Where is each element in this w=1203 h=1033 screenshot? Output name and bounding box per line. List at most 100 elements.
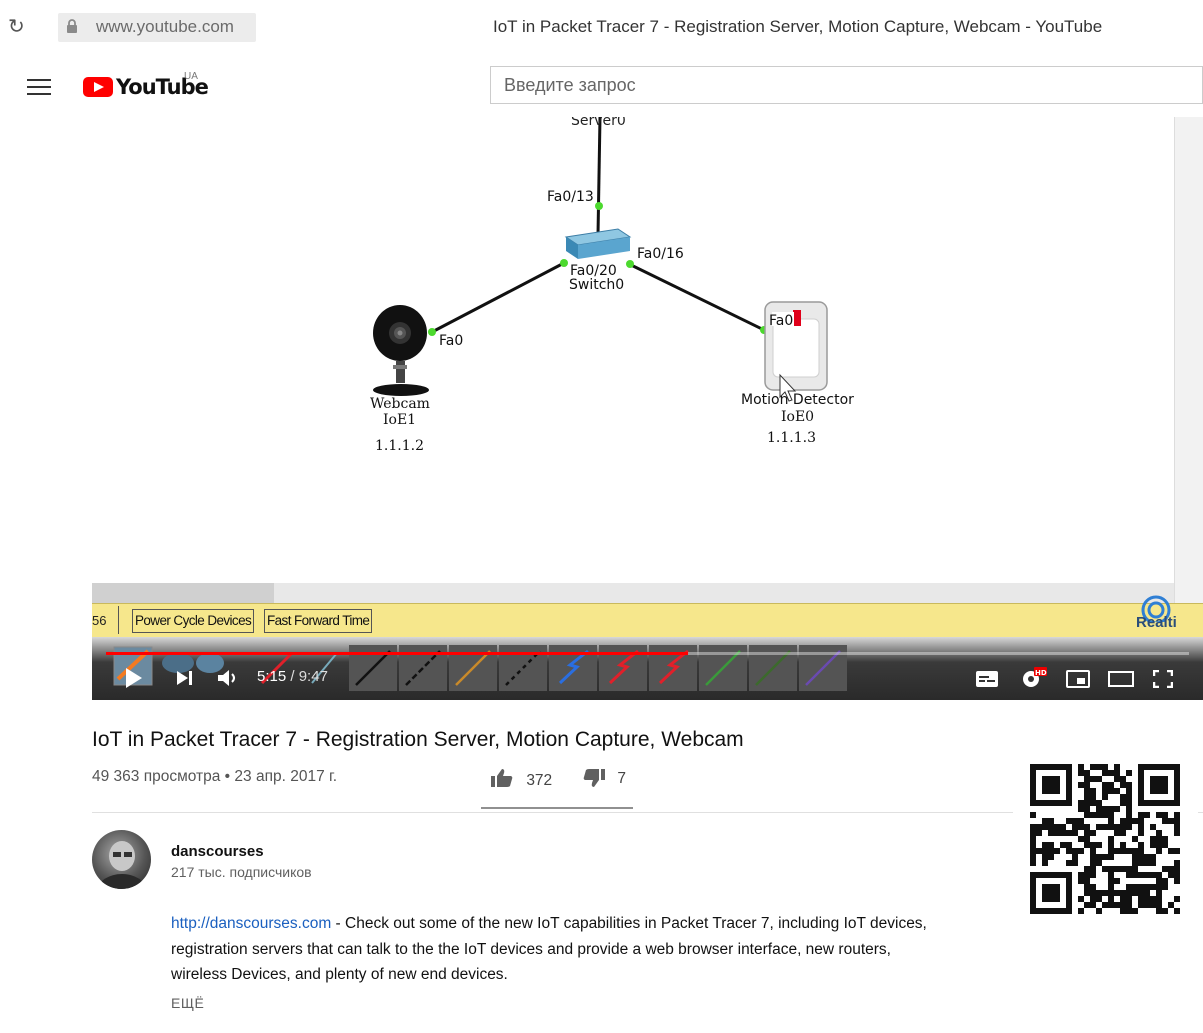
qr-module [1108,902,1114,908]
qr-module [1078,824,1084,830]
browser-bar: ↻ www.youtube.com IoT in Packet Tracer 7… [0,0,1203,55]
search-input[interactable]: Введите запрос [490,66,1203,104]
qr-module [1156,896,1162,902]
play-icon[interactable] [124,667,144,689]
qr-module [1108,896,1114,902]
fast-forward-button[interactable]: Fast Forward Time [264,609,373,633]
qr-module [1066,860,1072,866]
link-server-switch [596,117,602,236]
dislike-count: 7 [617,770,626,787]
qr-module [1120,908,1126,914]
qr-module [1078,878,1084,884]
switch-port-right: Fa0/16 [637,246,684,262]
qr-module [1156,902,1162,908]
qr-module [1084,782,1090,788]
qr-module [1096,908,1102,914]
address-url[interactable]: www.youtube.com [96,17,234,37]
volume-icon[interactable] [217,668,239,688]
next-icon[interactable] [176,670,194,686]
qr-module [1054,848,1060,854]
qr-module [1144,872,1150,878]
qr-module [1072,860,1078,866]
qr-module [1072,818,1078,824]
link-light [560,259,568,267]
qr-module [1132,884,1138,890]
view-count: 49 363 просмотра [92,768,221,785]
qr-module [1126,800,1132,806]
qr-module [1102,854,1108,860]
qr-module [1150,896,1156,902]
qr-module [1138,896,1144,902]
video-player[interactable]: Server0 Fa0/13 Fa0/20 Fa0/16 Switch0 Fa0… [92,117,1203,700]
qr-module [1168,866,1174,872]
qr-module [1090,872,1096,878]
qr-module [1066,842,1072,848]
qr-module [1060,842,1066,848]
qr-module [1174,908,1180,914]
menu-icon[interactable] [27,79,51,97]
qr-module [1168,818,1174,824]
qr-module [1144,884,1150,890]
channel-name[interactable]: danscourses [171,843,264,860]
qr-module [1090,890,1096,896]
description-link[interactable]: http://danscourses.com [171,915,331,932]
qr-module [1138,872,1144,878]
qr-module [1138,818,1144,824]
power-cycle-button[interactable]: Power Cycle Devices [132,609,255,633]
thumbs-up-icon [491,769,513,787]
reload-icon[interactable]: ↻ [8,14,25,39]
qr-module [1108,836,1114,842]
qr-module [1108,884,1114,890]
qr-module [1174,872,1180,878]
qr-module [1090,848,1096,854]
progress-bar[interactable] [106,652,1189,655]
qr-module [1102,806,1108,812]
horizontal-scrollbar[interactable] [92,583,1174,603]
show-more-button[interactable]: ЕЩЁ [171,995,204,1011]
subtitles-icon[interactable] [975,670,999,688]
scrollbar-thumb[interactable] [92,583,274,603]
qr-module [1084,884,1090,890]
like-button[interactable]: 372 [490,768,552,790]
qr-module [1108,824,1114,830]
dislike-button[interactable]: 7 [582,768,626,788]
fullscreen-icon[interactable] [1153,670,1173,688]
qr-module [1084,812,1090,818]
qr-module [1132,866,1138,872]
qr-module [1090,776,1096,782]
time-current: 5:15 [257,668,287,685]
toolbar-number: 56 [92,613,107,628]
qr-module [1072,854,1078,860]
qr-module [1078,764,1084,770]
vertical-scrollbar[interactable] [1174,117,1203,603]
avatar[interactable] [92,830,151,889]
miniplayer-icon[interactable] [1066,670,1090,688]
qr-module [1036,830,1042,836]
link-switch-motion [626,261,765,332]
qr-module [1048,830,1054,836]
qr-module [1030,830,1036,836]
qr-module [1078,896,1084,902]
realtime-label[interactable]: Realti [1136,614,1177,631]
qr-module [1090,788,1096,794]
qr-module [1126,770,1132,776]
qr-module [1096,842,1102,848]
qr-module [1060,824,1066,830]
qr-module [1084,824,1090,830]
webcam-ip: 1.1.1.2 [375,438,424,454]
qr-module [1102,782,1108,788]
server-label: Server0 [571,117,626,129]
qr-module [1156,842,1162,848]
qr-module [1060,830,1066,836]
settings-icon[interactable]: HD [1020,666,1048,690]
qr-module [1150,854,1156,860]
youtube-play-icon [83,77,113,97]
qr-module [1084,830,1090,836]
qr-module [1090,896,1096,902]
link-light [595,202,603,210]
thumbs-down-icon [583,769,605,787]
progress-played [106,652,688,655]
theater-mode-icon[interactable] [1108,671,1134,687]
qr-module [1114,788,1120,794]
qr-module [1168,902,1174,908]
